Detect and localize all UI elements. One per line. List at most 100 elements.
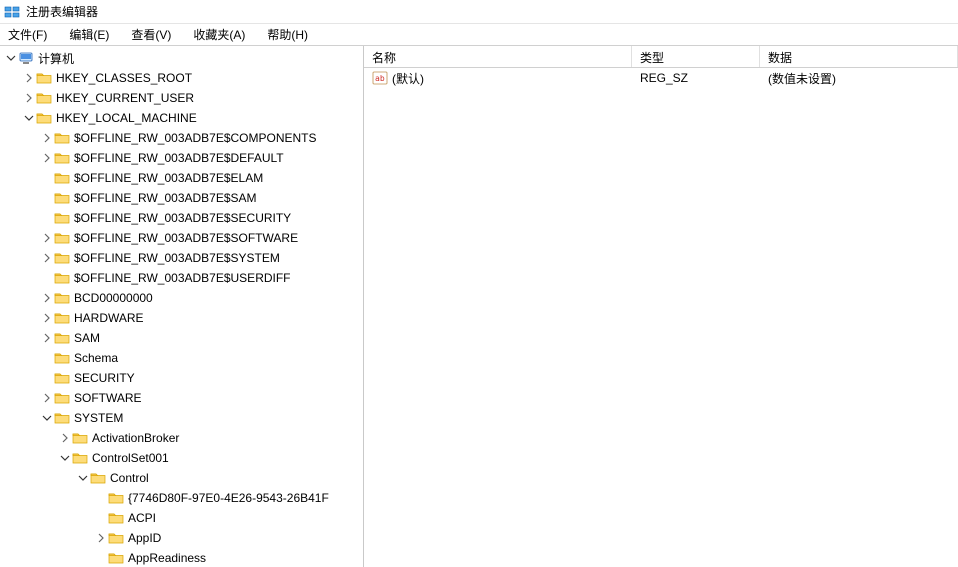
tree-node-label: AppID — [128, 531, 167, 545]
tree-node-offline-sam[interactable]: $OFFLINE_RW_003ADB7E$SAM — [0, 188, 363, 208]
folder-icon — [54, 191, 70, 205]
folder-icon — [54, 331, 70, 345]
tree-node-label: $OFFLINE_RW_003ADB7E$USERDIFF — [74, 271, 297, 285]
tree-node-label: 计算机 — [38, 50, 80, 67]
expander-icon[interactable] — [22, 71, 36, 85]
tree-node-hklm[interactable]: HKEY_LOCAL_MACHINE — [0, 108, 363, 128]
tree-node-offline-security[interactable]: $OFFLINE_RW_003ADB7E$SECURITY — [0, 208, 363, 228]
expander-icon[interactable] — [94, 531, 108, 545]
folder-icon — [54, 371, 70, 385]
content-area: 计算机 HKEY_CLASSES_ROOT HKEY_CURRENT_USER HKE… — [0, 46, 958, 567]
folder-icon — [108, 491, 124, 505]
tree-node-guid[interactable]: {7746D80F-97E0-4E26-9543-26B41F — [0, 488, 363, 508]
tree-node-label: SECURITY — [74, 371, 141, 385]
folder-icon — [54, 271, 70, 285]
values-pane[interactable]: 名称 类型 数据 ab(默认)REG_SZ(数值未设置) — [364, 46, 958, 567]
tree-node-offline-default[interactable]: $OFFLINE_RW_003ADB7E$DEFAULT — [0, 148, 363, 168]
tree-node-hkcu[interactable]: HKEY_CURRENT_USER — [0, 88, 363, 108]
titlebar: 注册表编辑器 — [0, 0, 958, 24]
tree-node-computer[interactable]: 计算机 — [0, 48, 363, 68]
tree-node-activationbroker[interactable]: ActivationBroker — [0, 428, 363, 448]
folder-icon — [54, 211, 70, 225]
expander-icon[interactable] — [40, 131, 54, 145]
folder-icon — [54, 391, 70, 405]
expander-icon[interactable] — [22, 111, 36, 125]
menu-help[interactable]: 帮助(H) — [263, 24, 312, 45]
expander-icon[interactable] — [40, 331, 54, 345]
expander-icon[interactable] — [40, 151, 54, 165]
tree-node-hardware[interactable]: HARDWARE — [0, 308, 363, 328]
tree-node-schema[interactable]: Schema — [0, 348, 363, 368]
tree-node-label: ControlSet001 — [92, 451, 175, 465]
tree-node-label: $OFFLINE_RW_003ADB7E$SECURITY — [74, 211, 297, 225]
tree-node-label: SOFTWARE — [74, 391, 148, 405]
tree-node-label: {7746D80F-97E0-4E26-9543-26B41F — [128, 491, 335, 505]
tree-node-label: $OFFLINE_RW_003ADB7E$DEFAULT — [74, 151, 290, 165]
tree-node-label: $OFFLINE_RW_003ADB7E$SAM — [74, 191, 263, 205]
tree-node-label: AppReadiness — [128, 551, 212, 565]
tree-node-label: HARDWARE — [74, 311, 150, 325]
column-header-type[interactable]: 类型 — [632, 46, 760, 67]
tree-node-controlset001[interactable]: ControlSet001 — [0, 448, 363, 468]
expander-icon[interactable] — [58, 431, 72, 445]
tree-node-software[interactable]: SOFTWARE — [0, 388, 363, 408]
folder-icon — [72, 451, 88, 465]
value-data: (数值未设置) — [768, 70, 836, 87]
tree-node-label: $OFFLINE_RW_003ADB7E$COMPONENTS — [74, 131, 323, 145]
tree-node-label: BCD00000000 — [74, 291, 159, 305]
value-row[interactable]: ab(默认)REG_SZ(数值未设置) — [364, 68, 958, 88]
folder-icon — [36, 111, 52, 125]
tree-node-offline-components[interactable]: $OFFLINE_RW_003ADB7E$COMPONENTS — [0, 128, 363, 148]
tree-pane[interactable]: 计算机 HKEY_CLASSES_ROOT HKEY_CURRENT_USER HKE… — [0, 46, 364, 567]
window-title: 注册表编辑器 — [26, 3, 98, 20]
column-header-data[interactable]: 数据 — [760, 46, 958, 67]
tree-node-system[interactable]: SYSTEM — [0, 408, 363, 428]
tree-node-label: HKEY_CLASSES_ROOT — [56, 71, 198, 85]
tree-node-appreadiness[interactable]: AppReadiness — [0, 548, 363, 567]
tree-node-offline-software[interactable]: $OFFLINE_RW_003ADB7E$SOFTWARE — [0, 228, 363, 248]
folder-icon — [54, 251, 70, 265]
expander-icon[interactable] — [40, 311, 54, 325]
tree-node-label: ACPI — [128, 511, 162, 525]
tree-node-control[interactable]: Control — [0, 468, 363, 488]
folder-icon — [90, 471, 106, 485]
tree-node-hkcr[interactable]: HKEY_CLASSES_ROOT — [0, 68, 363, 88]
expander-icon[interactable] — [58, 451, 72, 465]
expander-icon[interactable] — [40, 391, 54, 405]
menu-edit[interactable]: 编辑(E) — [65, 24, 113, 45]
menu-favorites[interactable]: 收藏夹(A) — [189, 24, 249, 45]
expander-icon[interactable] — [40, 411, 54, 425]
expander-icon[interactable] — [40, 251, 54, 265]
tree-node-label: HKEY_CURRENT_USER — [56, 91, 200, 105]
folder-icon — [108, 551, 124, 565]
tree-node-offline-system[interactable]: $OFFLINE_RW_003ADB7E$SYSTEM — [0, 248, 363, 268]
menu-view[interactable]: 查看(V) — [127, 24, 175, 45]
folder-icon — [108, 531, 124, 545]
string-value-icon: ab — [372, 71, 388, 85]
folder-icon — [54, 291, 70, 305]
folder-icon — [54, 311, 70, 325]
menubar: 文件(F) 编辑(E) 查看(V) 收藏夹(A) 帮助(H) — [0, 24, 958, 46]
tree-node-acpi[interactable]: ACPI — [0, 508, 363, 528]
folder-icon — [108, 511, 124, 525]
column-header-name[interactable]: 名称 — [364, 46, 632, 67]
expander-icon[interactable] — [40, 291, 54, 305]
value-name: (默认) — [392, 70, 424, 87]
tree-node-offline-userdiff[interactable]: $OFFLINE_RW_003ADB7E$USERDIFF — [0, 268, 363, 288]
tree-node-label: $OFFLINE_RW_003ADB7E$ELAM — [74, 171, 269, 185]
menu-file[interactable]: 文件(F) — [4, 24, 51, 45]
tree-node-security[interactable]: SECURITY — [0, 368, 363, 388]
expander-icon[interactable] — [40, 231, 54, 245]
folder-icon — [36, 91, 52, 105]
expander-icon[interactable] — [22, 91, 36, 105]
tree-node-appid[interactable]: AppID — [0, 528, 363, 548]
tree-node-offline-elam[interactable]: $OFFLINE_RW_003ADB7E$ELAM — [0, 168, 363, 188]
svg-text:ab: ab — [375, 74, 385, 83]
tree-node-sam[interactable]: SAM — [0, 328, 363, 348]
expander-icon[interactable] — [76, 471, 90, 485]
expander-icon[interactable] — [4, 51, 18, 65]
tree-node-bcd[interactable]: BCD00000000 — [0, 288, 363, 308]
values-header: 名称 类型 数据 — [364, 46, 958, 68]
tree-node-label: HKEY_LOCAL_MACHINE — [56, 111, 203, 125]
tree-node-label: $OFFLINE_RW_003ADB7E$SYSTEM — [74, 251, 286, 265]
